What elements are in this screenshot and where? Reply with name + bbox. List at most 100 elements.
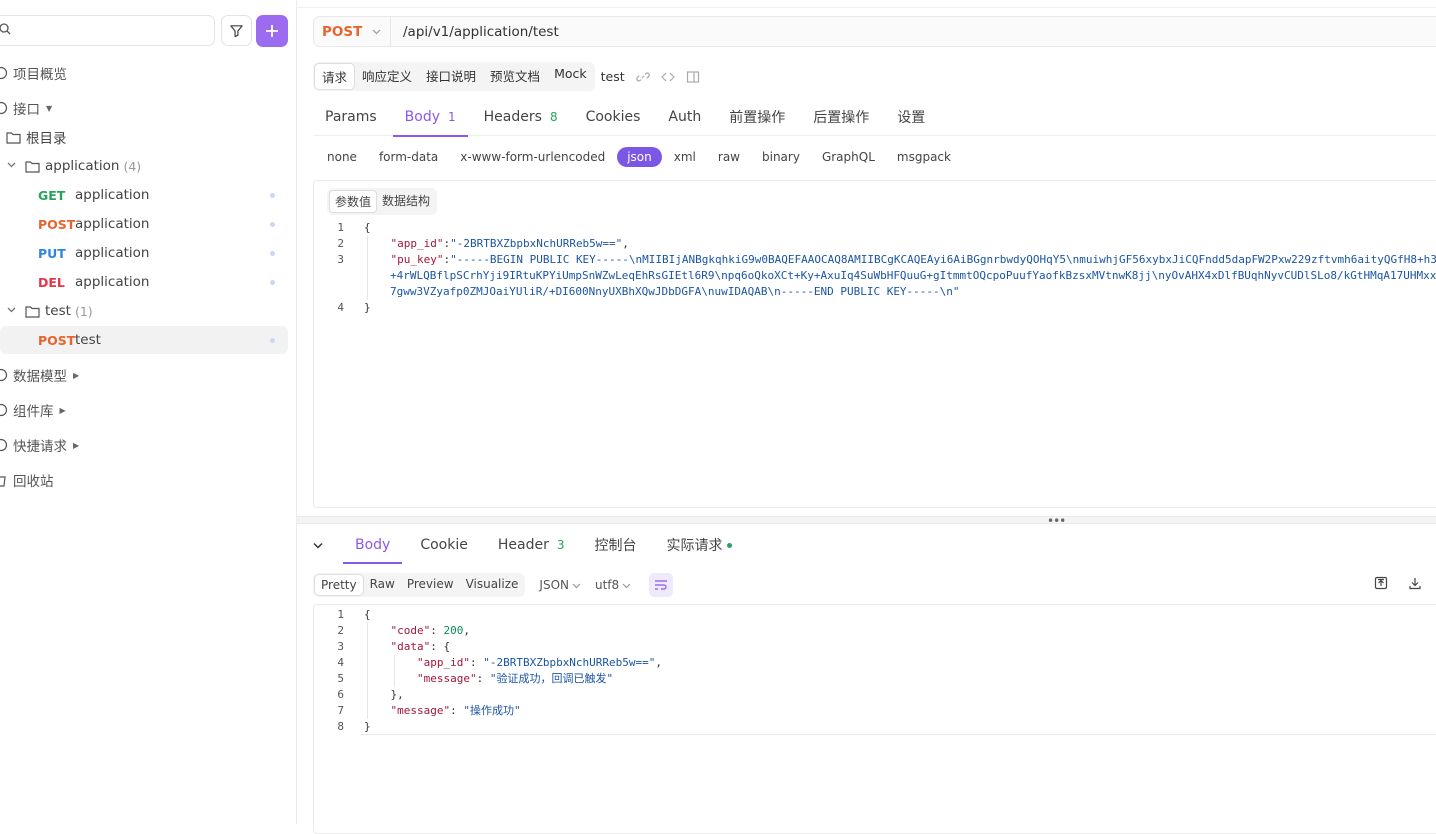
method-badge: POST	[38, 216, 76, 232]
nav-data-models-label: 数据模型	[13, 369, 67, 385]
tab-description[interactable]: 接口说明	[419, 63, 484, 90]
status-dot	[270, 251, 275, 256]
folder-name: test	[45, 303, 71, 319]
view-pretty[interactable]: Pretty	[314, 574, 364, 596]
tab-auth[interactable]: Auth	[656, 98, 713, 136]
nav-components[interactable]: 组件库 ▶	[0, 399, 66, 421]
nav-quick-requests-label: 快捷请求	[13, 439, 67, 455]
response-body-viewer[interactable]: 1{ 2 "code": 200, 3 "data": { 4 "app_id"…	[313, 604, 1436, 834]
data-model-icon	[0, 368, 8, 382]
view-visualize[interactable]: Visualize	[460, 574, 525, 596]
tab-mock[interactable]: Mock	[547, 63, 594, 90]
endpoint-item[interactable]: GET application	[0, 181, 288, 209]
nav-overview-label: 项目概览	[13, 67, 67, 83]
nav-interfaces[interactable]: 接口 ▼	[0, 97, 52, 119]
wrap-lines-button[interactable]	[649, 573, 674, 597]
folder-icon	[6, 131, 21, 144]
endpoint-name: application	[75, 245, 150, 261]
tab-pre-processors[interactable]: 前置操作	[717, 98, 797, 136]
chevron-down-icon	[7, 161, 17, 171]
count-badge: 3	[556, 538, 565, 552]
request-body-editor[interactable]: 参数值 数据结构 1{ 2 "app_id":"-2BRTBXZbpbxNchU…	[313, 180, 1436, 508]
caret-right-icon: ▶	[73, 440, 80, 450]
tab-request[interactable]: 请求	[314, 63, 356, 90]
tab-label: Cookie	[420, 537, 468, 553]
folder-test[interactable]: test (1)	[7, 297, 93, 325]
overview-icon	[0, 66, 8, 80]
body-type-urlencoded[interactable]: x-www-form-urlencoded	[450, 147, 615, 167]
folder-icon	[25, 160, 40, 173]
resp-tab-console[interactable]: 控制台	[583, 526, 649, 564]
folder-application[interactable]: application (4)	[7, 152, 141, 180]
tab-headers[interactable]: Headers 8	[472, 98, 570, 136]
endpoint-item[interactable]: DEL application	[0, 268, 288, 296]
interface-icon	[0, 101, 8, 115]
chevron-down-icon	[622, 583, 631, 588]
collapse-button[interactable]	[313, 535, 333, 555]
link-icon[interactable]	[635, 70, 650, 84]
body-type-msgpack[interactable]: msgpack	[887, 147, 961, 167]
body-type-none[interactable]: none	[317, 147, 367, 167]
tab-response-definition[interactable]: 响应定义	[355, 63, 420, 90]
tab-body[interactable]: Body 1	[392, 98, 468, 137]
status-dot	[270, 193, 275, 198]
endpoint-name: test	[75, 332, 101, 348]
add-button[interactable]	[256, 15, 288, 47]
export-icon[interactable]	[1374, 576, 1390, 592]
search-input[interactable]	[0, 15, 215, 46]
tab-label: 设置	[897, 110, 926, 126]
format-select[interactable]: JSON	[539, 578, 581, 592]
view-raw[interactable]: Raw	[364, 574, 401, 596]
body-type-json[interactable]: json	[617, 147, 662, 167]
tab-settings[interactable]: 设置	[885, 98, 937, 136]
method-badge: PUT	[38, 245, 66, 261]
endpoint-item-active[interactable]: POST test	[0, 326, 288, 354]
format-label: JSON	[539, 578, 569, 592]
search-icon	[0, 23, 11, 35]
nav-quick-requests[interactable]: 快捷请求 ▶	[0, 434, 79, 456]
plus-icon	[266, 25, 278, 37]
view-preview[interactable]: Preview	[401, 574, 460, 596]
toggle-schema[interactable]: 数据结构	[377, 190, 435, 213]
code-icon[interactable]	[660, 70, 675, 84]
nav-overview[interactable]: 项目概览	[0, 62, 67, 84]
body-type-binary[interactable]: binary	[752, 147, 810, 167]
tab-params[interactable]: Params	[313, 98, 389, 136]
tree-root[interactable]: 根目录	[6, 123, 67, 151]
resp-tab-actual-request[interactable]: 实际请求	[655, 526, 744, 564]
method-select[interactable]: POST	[314, 17, 391, 46]
resp-tab-body[interactable]: Body	[343, 526, 403, 564]
tab-cookies[interactable]: Cookies	[574, 98, 653, 136]
download-icon[interactable]	[1408, 576, 1424, 592]
caret-down-icon: ▼	[46, 103, 53, 113]
wrap-icon	[655, 580, 668, 590]
filter-button[interactable]	[221, 15, 252, 46]
endpoint-item[interactable]: POST application	[0, 210, 288, 238]
tab-label: 实际请求	[666, 538, 723, 554]
endpoint-title: test	[600, 69, 625, 84]
nav-recycle-bin[interactable]: 回收站	[0, 469, 54, 491]
count-badge: 8	[549, 110, 558, 124]
trash-icon	[0, 473, 8, 487]
method-label: POST	[322, 23, 363, 40]
status-dot	[270, 222, 275, 227]
tab-label: Auth	[668, 109, 702, 125]
body-type-graphql[interactable]: GraphQL	[812, 147, 885, 167]
nav-data-models[interactable]: 数据模型 ▶	[0, 364, 79, 386]
body-type-form-data[interactable]: form-data	[369, 147, 448, 167]
encoding-select[interactable]: utf8	[595, 578, 631, 592]
body-type-xml[interactable]: xml	[664, 147, 706, 167]
resp-tab-header[interactable]: Header 3	[486, 526, 577, 564]
tab-preview-docs[interactable]: 预览文档	[483, 63, 548, 90]
body-type-raw[interactable]: raw	[708, 147, 750, 167]
url-input[interactable]: /api/v1/application/test	[391, 24, 559, 40]
chevron-down-icon	[7, 306, 17, 316]
layout-icon[interactable]	[686, 70, 700, 84]
endpoint-item[interactable]: PUT application	[0, 239, 288, 267]
chevron-down-icon	[313, 542, 323, 549]
resp-tab-cookie[interactable]: Cookie	[408, 526, 480, 564]
quick-request-icon	[0, 438, 8, 452]
tab-post-processors[interactable]: 后置操作	[801, 98, 881, 136]
panel-splitter[interactable]: •••	[297, 514, 1436, 528]
toggle-values[interactable]: 参数值	[329, 190, 378, 213]
